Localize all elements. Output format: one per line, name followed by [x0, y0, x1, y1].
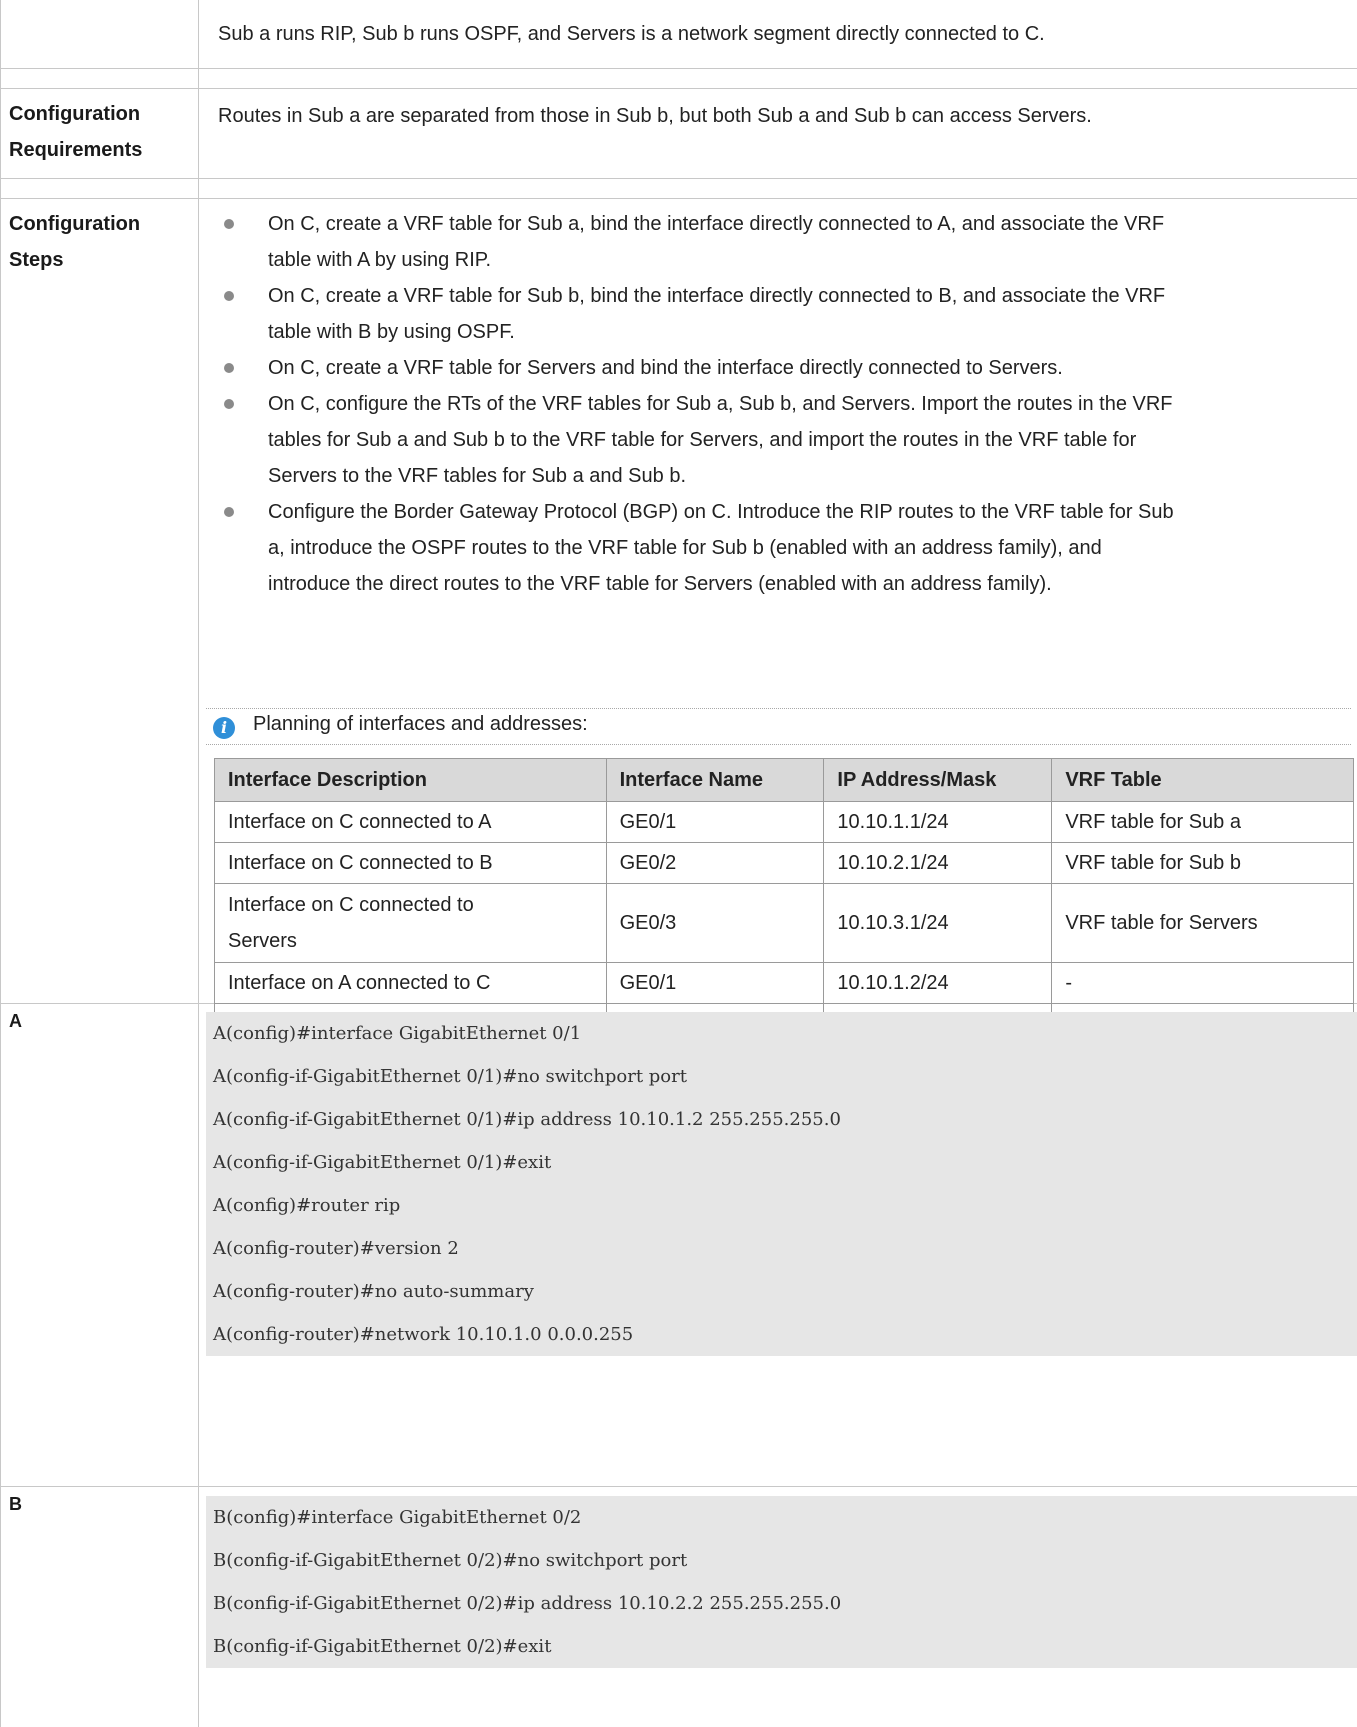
list-item: On C, create a VRF table for Servers and…	[206, 350, 1346, 386]
step-line: On C, create a VRF table for Sub b, bind…	[268, 285, 1166, 307]
column-header: Interface Description	[214, 758, 607, 802]
planning-note: i Planning of interfaces and addresses:	[213, 707, 588, 741]
cell-line: Interface on C connected to	[228, 894, 474, 916]
table-cell: -	[1051, 962, 1354, 1004]
step-line: On C, configure the RTs of the VRF table…	[268, 393, 1173, 415]
code-line: A(config)#interface GigabitEthernet 0/1	[213, 1023, 582, 1044]
steps-label-line2: Steps	[9, 249, 64, 271]
table-border-left	[0, 0, 1, 1727]
code-line: A(config-router)#network 10.10.1.0 0.0.0…	[213, 1324, 634, 1345]
step-line: On C, create a VRF table for Servers and…	[268, 357, 1063, 379]
code-line: B(config-if-GigabitEthernet 0/2)#no swit…	[213, 1550, 688, 1571]
code-line: B(config-if-GigabitEthernet 0/2)#exit	[213, 1636, 552, 1657]
document-page: Sub a runs RIP, Sub b runs OSPF, and Ser…	[0, 0, 1357, 1727]
step-line: Servers to the VRF tables for Sub a and …	[268, 465, 687, 487]
code-line: B(config)#interface GigabitEthernet 0/2	[213, 1507, 582, 1528]
code-line: A(config-if-GigabitEthernet 0/1)#exit	[213, 1152, 552, 1173]
table-cell: 10.10.2.1/24	[823, 842, 1053, 884]
step-line: table with A by using RIP.	[268, 249, 492, 271]
table-cell: GE0/1	[605, 801, 825, 843]
code-line: A(config-if-GigabitEthernet 0/1)#no swit…	[213, 1066, 687, 1087]
section-b-code-block: B(config)#interface GigabitEthernet 0/2 …	[206, 1496, 1357, 1668]
table-row: Interface on C connected to B GE0/2 10.1…	[214, 842, 1354, 884]
table-cell: Interface on C connected to B	[214, 842, 607, 884]
step-line: On C, create a VRF table for Sub a, bind…	[268, 213, 1165, 235]
bullet-icon	[224, 363, 234, 373]
column-header: Interface Name	[605, 758, 825, 802]
step-line: Configure the Border Gateway Protocol (B…	[268, 501, 1174, 523]
bullet-icon	[224, 291, 234, 301]
list-item: On C, create a VRF table for Sub a, bind…	[206, 206, 1346, 278]
step-line: introduce the direct routes to the VRF t…	[268, 573, 1052, 595]
table-cell: VRF table for Servers	[1051, 883, 1354, 963]
column-header: VRF Table	[1051, 758, 1354, 802]
code-line: A(config-if-GigabitEthernet 0/1)#ip addr…	[213, 1109, 841, 1130]
bullet-icon	[224, 399, 234, 409]
row-divider	[0, 68, 1357, 69]
table-row: Interface on A connected to C GE0/1 10.1…	[214, 962, 1354, 1004]
table-cell: VRF table for Sub b	[1051, 842, 1354, 884]
table-header-row: Interface Description Interface Name IP …	[214, 758, 1354, 802]
column-header: IP Address/Mask	[823, 758, 1053, 802]
requirements-text: Routes in Sub a are separated from those…	[218, 105, 1092, 127]
note-divider-bottom	[206, 744, 1351, 745]
row-divider	[0, 1486, 1357, 1487]
section-a-code-block: A(config)#interface GigabitEthernet 0/1 …	[206, 1012, 1357, 1356]
table-row: Interface on C connected to Servers GE0/…	[214, 883, 1354, 963]
table-cell: GE0/1	[605, 962, 825, 1004]
code-line: A(config-router)#no auto-summary	[213, 1281, 534, 1302]
intro-text: Sub a runs RIP, Sub b runs OSPF, and Ser…	[218, 23, 1045, 45]
steps-list: On C, create a VRF table for Sub a, bind…	[206, 206, 1346, 602]
row-divider	[0, 88, 1357, 89]
row-divider	[0, 178, 1357, 179]
code-line: A(config)#router rip	[213, 1195, 401, 1216]
table-cell: 10.10.1.2/24	[823, 962, 1053, 1004]
bullet-icon	[224, 507, 234, 517]
info-icon: i	[213, 717, 235, 739]
table-cell: 10.10.1.1/24	[823, 801, 1053, 843]
steps-label: Configuration Steps	[9, 206, 194, 278]
requirements-label-line2: Requirements	[9, 139, 143, 161]
table-cell: Interface on C connected to Servers	[214, 883, 607, 963]
table-cell: 10.10.3.1/24	[823, 883, 1053, 963]
code-line: A(config-router)#version 2	[213, 1238, 459, 1259]
code-line: B(config-if-GigabitEthernet 0/2)#ip addr…	[213, 1593, 842, 1614]
requirements-label: Configuration Requirements	[9, 96, 194, 168]
row-divider	[0, 198, 1357, 199]
section-b-label: B	[9, 1494, 22, 1514]
steps-label-line1: Configuration	[9, 213, 141, 235]
section-a-label: A	[9, 1011, 22, 1031]
requirements-label-line1: Configuration	[9, 103, 141, 125]
list-item: On C, create a VRF table for Sub b, bind…	[206, 278, 1346, 350]
list-item: On C, configure the RTs of the VRF table…	[206, 386, 1346, 494]
bullet-icon	[224, 219, 234, 229]
table-cell: VRF table for Sub a	[1051, 801, 1354, 843]
table-cell: GE0/2	[605, 842, 825, 884]
step-line: a, introduce the OSPF routes to the VRF …	[268, 537, 1102, 559]
column-divider	[198, 0, 199, 1727]
cell-line: Servers	[228, 930, 297, 952]
step-line: tables for Sub a and Sub b to the VRF ta…	[268, 429, 1137, 451]
table-cell: Interface on A connected to C	[214, 962, 607, 1004]
table-cell: GE0/3	[605, 883, 825, 963]
step-line: table with B by using OSPF.	[268, 321, 515, 343]
interface-planning-table: Interface Description Interface Name IP …	[214, 758, 1354, 1045]
planning-note-text: Planning of interfaces and addresses:	[253, 713, 588, 735]
table-row: Interface on C connected to A GE0/1 10.1…	[214, 801, 1354, 843]
list-item: Configure the Border Gateway Protocol (B…	[206, 494, 1346, 602]
table-cell: Interface on C connected to A	[214, 801, 607, 843]
